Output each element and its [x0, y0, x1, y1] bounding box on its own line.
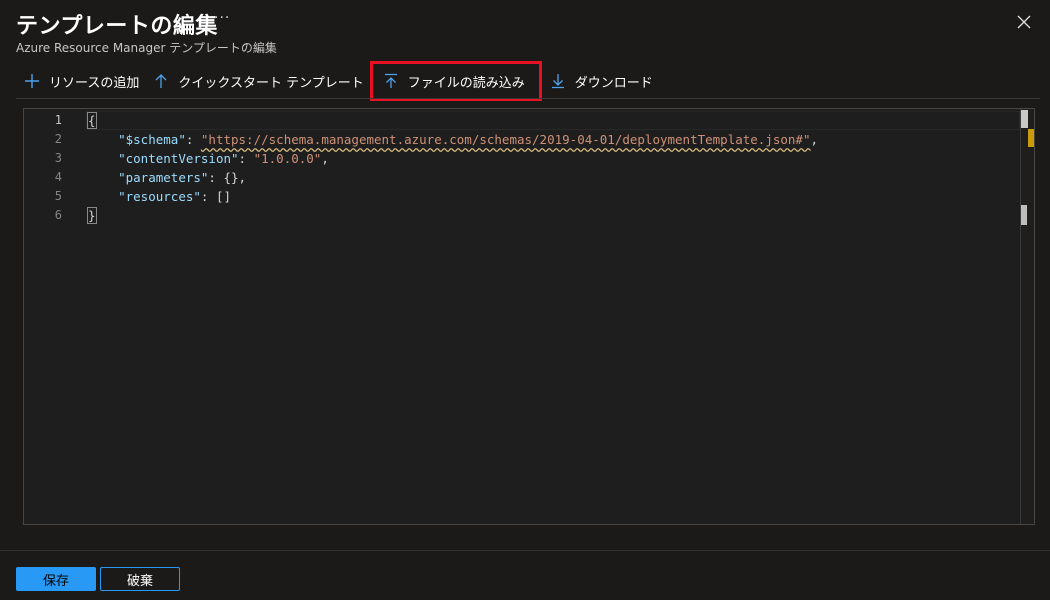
- add-resource-button[interactable]: リソースの追加: [16, 64, 145, 98]
- command-bar: リソースの追加 クイックスタート テンプレート ファイルの読み込み ダウンロード: [16, 61, 1040, 101]
- code-line: "resources": []: [88, 187, 231, 206]
- edit-template-panel: テンプレートの編集 ··· Azure Resource Manager テンプ…: [0, 0, 1050, 600]
- more-options-button[interactable]: ···: [214, 10, 230, 26]
- page-subtitle: Azure Resource Manager テンプレートの編集: [16, 41, 277, 55]
- load-file-button[interactable]: ファイルの読み込み: [369, 61, 542, 101]
- json-key: "contentVersion": [118, 151, 239, 166]
- download-label: ダウンロード: [574, 75, 653, 91]
- json-punctuation: :: [238, 151, 254, 166]
- line-number: 4: [54, 170, 62, 184]
- code-editor[interactable]: 1 2 3 4 5 6 { "$schema": "https://schema.mana…: [23, 108, 1035, 525]
- line-number: 2: [54, 132, 62, 146]
- json-key: "resources": [118, 189, 201, 204]
- json-punctuation: : {},: [208, 170, 247, 185]
- quickstart-template-button[interactable]: クイックスタート テンプレート: [145, 64, 369, 98]
- json-punctuation: ,: [810, 132, 819, 147]
- load-file-label: ファイルの読み込み: [407, 75, 525, 91]
- line-number: 3: [54, 151, 62, 165]
- footer-divider: [0, 550, 1050, 551]
- scrollbar-position-marker: [1021, 205, 1027, 225]
- code-line: }: [87, 206, 97, 225]
- code-line: {: [87, 111, 97, 130]
- line-number: 5: [54, 189, 62, 203]
- editor-scrollbar[interactable]: [1020, 109, 1034, 524]
- close-button[interactable]: [1012, 10, 1036, 34]
- json-key: "$schema": [118, 132, 186, 147]
- scrollbar-thumb[interactable]: [1021, 110, 1028, 128]
- json-string: "https://schema.management.azure.com/sch…: [200, 132, 811, 147]
- download-icon: [551, 74, 564, 89]
- close-icon: [1017, 15, 1031, 29]
- download-button[interactable]: ダウンロード: [542, 64, 659, 98]
- add-resource-label: リソースの追加: [49, 75, 140, 91]
- json-punctuation: :: [185, 132, 201, 147]
- json-punctuation: }: [87, 207, 97, 224]
- plus-icon: [25, 74, 39, 88]
- page-title: テンプレートの編集: [16, 14, 218, 39]
- code-line: "$schema": "https://schema.management.az…: [88, 130, 818, 149]
- json-punctuation: : []: [200, 189, 232, 204]
- line-number: 1: [54, 113, 62, 127]
- line-number-gutter: 1 2 3 4 5 6: [24, 109, 82, 524]
- json-key: "parameters": [118, 170, 209, 185]
- toolbar-divider: [16, 98, 1040, 99]
- arrow-up-icon: [155, 74, 167, 88]
- code-line: "parameters": {},: [88, 168, 246, 187]
- upload-icon: [384, 73, 397, 88]
- json-punctuation: {: [87, 112, 97, 129]
- json-punctuation: ,: [321, 151, 329, 166]
- discard-button[interactable]: 破棄: [100, 567, 180, 591]
- line-number: 6: [54, 208, 62, 222]
- quickstart-template-label: クイックスタート テンプレート: [178, 75, 364, 91]
- json-string: "1.0.0.0": [253, 151, 322, 166]
- current-line-highlight: [86, 111, 1020, 130]
- code-line: "contentVersion": "1.0.0.0",: [88, 149, 329, 168]
- scrollbar-warning-marker: [1028, 129, 1034, 147]
- save-button[interactable]: 保存: [16, 567, 96, 591]
